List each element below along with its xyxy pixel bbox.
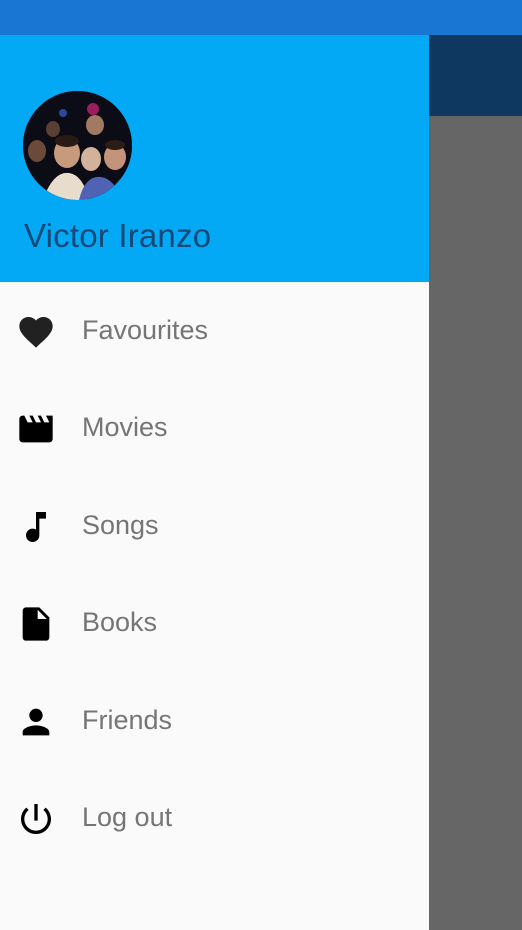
heart-icon <box>16 312 56 352</box>
menu-item-songs[interactable]: Songs <box>0 477 429 574</box>
menu-item-label: Friends <box>82 704 173 735</box>
menu-item-favourites[interactable]: Favourites <box>0 282 429 379</box>
person-icon <box>16 702 56 742</box>
user-photo-icon <box>23 91 132 200</box>
user-name: Victor Iranzo <box>24 217 212 254</box>
menu-item-log-out[interactable]: Log out <box>0 769 429 866</box>
status-bar <box>0 0 522 35</box>
drawer-menu: Favourites Movies Songs Books Friends Lo… <box>0 282 429 866</box>
drawer-scrim[interactable] <box>429 116 522 930</box>
navigation-drawer: Victor Iranzo Favourites Movies Songs Bo… <box>0 35 429 930</box>
app-bar <box>429 35 522 116</box>
menu-item-label: Books <box>82 607 158 638</box>
avatar[interactable] <box>23 91 132 200</box>
menu-item-label: Movies <box>82 412 168 443</box>
drawer-header: Victor Iranzo <box>0 35 429 282</box>
menu-item-label: Songs <box>82 509 159 540</box>
menu-item-friends[interactable]: Friends <box>0 672 429 769</box>
clapperboard-icon <box>16 409 56 449</box>
music-note-icon <box>16 507 56 547</box>
menu-item-label: Log out <box>82 801 173 832</box>
menu-item-books[interactable]: Books <box>0 574 429 671</box>
document-icon <box>16 604 56 644</box>
power-icon <box>16 799 56 839</box>
menu-item-movies[interactable]: Movies <box>0 379 429 476</box>
menu-item-label: Favourites <box>82 315 209 345</box>
